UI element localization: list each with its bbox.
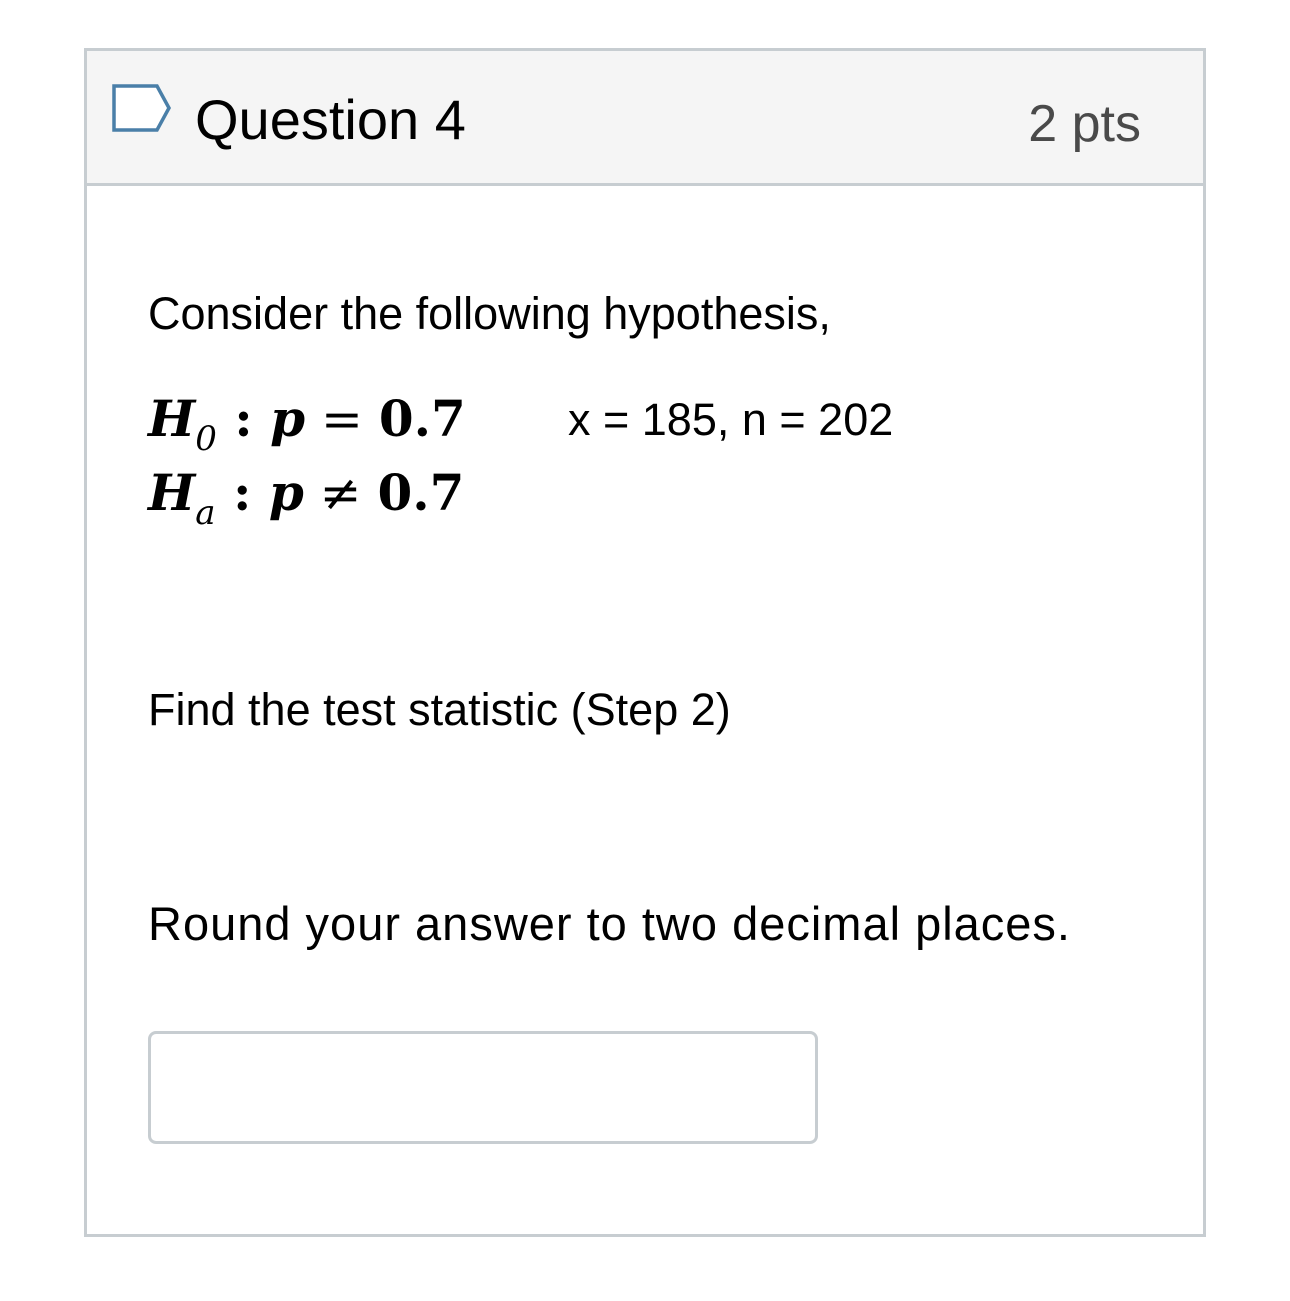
- question-title: Question 4: [195, 88, 466, 151]
- null-hypothesis-variable: p: [270, 389, 306, 448]
- null-hypothesis-symbol: H: [148, 389, 196, 448]
- bookmark-flag-icon[interactable]: [111, 83, 173, 133]
- null-hypothesis: H0 : p = 0.7: [148, 389, 466, 459]
- prompt-text: Find the test statistic (Step 2): [148, 684, 731, 735]
- intro-text: Consider the following hypothesis,: [148, 288, 831, 339]
- alt-hypothesis-relation: ≠: [303, 464, 378, 522]
- alt-hypothesis-subscript: a: [195, 493, 216, 533]
- alt-hypothesis-symbol: H: [148, 463, 196, 522]
- question-card: Question 4 2 pts Consider the following …: [84, 48, 1206, 1237]
- null-hypothesis-relation: =: [305, 390, 379, 448]
- alt-hypothesis-colon: :: [215, 463, 269, 522]
- null-hypothesis-value: 0.7: [378, 389, 466, 448]
- alt-hypothesis-value: 0.7: [377, 463, 465, 522]
- alt-hypothesis-variable: p: [268, 463, 304, 522]
- alt-hypothesis: Ha : p ≠ 0.7: [148, 463, 465, 533]
- question-points: 2 pts: [1028, 95, 1141, 153]
- null-hypothesis-subscript: 0: [195, 419, 217, 459]
- question-header: Question 4 2 pts: [87, 51, 1203, 186]
- rounding-instruction: Round your answer to two decimal places.: [148, 897, 1071, 950]
- null-hypothesis-colon: :: [216, 389, 271, 448]
- given-values: x = 185, n = 202: [568, 394, 894, 445]
- answer-input[interactable]: [148, 1031, 818, 1144]
